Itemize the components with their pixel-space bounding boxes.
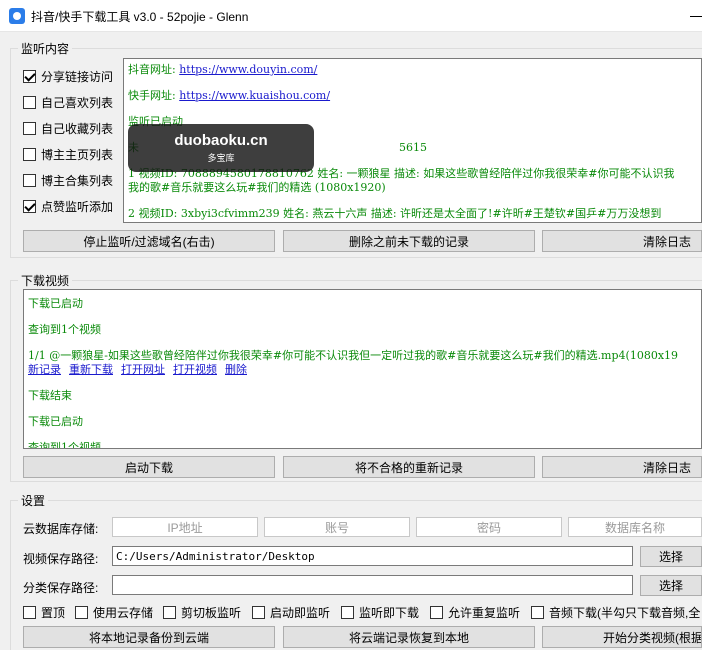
log-line-item2: 2 视频ID: 3xbyi3cfvimm239 姓名: 燕云十六声 描述: 许昕… xyxy=(128,207,662,220)
checkbox-label: 自己收藏列表 xyxy=(41,122,114,136)
checkbox-label: 启动即监听 xyxy=(270,606,331,620)
option-download-on-listen[interactable]: 监听即下载 xyxy=(341,604,419,621)
checkbox-box[interactable] xyxy=(531,606,544,619)
ip-address-input[interactable]: IP地址 xyxy=(112,517,258,537)
option-always-on-top[interactable]: 置顶 xyxy=(23,604,65,621)
checkbox-label: 博主合集列表 xyxy=(41,174,114,188)
checkbox-label: 使用云存储 xyxy=(93,606,154,620)
checkbox-like-listen[interactable]: 点赞监听添加 xyxy=(23,198,113,215)
clear-download-log-button[interactable]: 清除日志 xyxy=(542,456,702,478)
log-line-douyin: 抖音网址: https://www.douyin.com/ xyxy=(128,63,318,76)
window-title: 抖音/快手下载工具 v3.0 - 52pojie - Glenn xyxy=(31,10,249,24)
checkbox-share-link[interactable]: 分享链接访问 xyxy=(23,68,113,85)
video-path-input[interactable]: C:/Users/Administrator/Desktop xyxy=(112,546,633,566)
app-icon xyxy=(9,8,25,24)
douyin-url-link[interactable]: https://www.douyin.com/ xyxy=(179,63,317,76)
checkbox-my-favorites[interactable]: 自己收藏列表 xyxy=(23,120,113,137)
new-record-link[interactable]: 新记录 xyxy=(28,363,61,376)
open-video-link[interactable]: 打开视频 xyxy=(173,363,217,376)
redownload-link[interactable]: 重新下载 xyxy=(69,363,113,376)
minimize-button[interactable] xyxy=(680,0,702,32)
dl-line-found2: 查询到1个视频 xyxy=(28,441,101,449)
account-input[interactable]: 账号 xyxy=(264,517,410,537)
restore-from-cloud-button[interactable]: 将云端记录恢复到本地 xyxy=(283,626,535,648)
database-name-input[interactable]: 数据库名称 xyxy=(568,517,702,537)
checkbox-box[interactable] xyxy=(75,606,88,619)
checkbox-box[interactable] xyxy=(23,148,36,161)
start-download-button[interactable]: 启动下载 xyxy=(23,456,275,478)
option-clipboard-listen[interactable]: 剪切板监听 xyxy=(163,604,241,621)
option-audio-download[interactable]: 音频下载(半勾只下载音频,全 xyxy=(531,604,700,621)
checkbox-label: 剪切板监听 xyxy=(181,606,242,620)
dl-line-finished: 下载结束 xyxy=(28,389,72,402)
checkbox-box[interactable] xyxy=(23,70,36,83)
dl-line-found: 查询到1个视频 xyxy=(28,323,101,336)
checkbox-box[interactable] xyxy=(23,174,36,187)
monitor-group-label: 监听内容 xyxy=(18,40,73,57)
checkbox-blogger-collection[interactable]: 博主合集列表 xyxy=(23,172,113,189)
rerecord-button[interactable]: 将不合格的重新记录 xyxy=(283,456,535,478)
checkbox-label: 博主主页列表 xyxy=(41,148,114,162)
video-path-label: 视频保存路径: xyxy=(23,552,99,566)
checkbox-box[interactable] xyxy=(23,96,36,109)
log-line-item1-cont: 我的歌#音乐就要这么玩#我们的精选 (1080x1920) xyxy=(128,181,386,194)
delete-link[interactable]: 删除 xyxy=(225,363,247,376)
cloud-db-label: 云数据库存储: xyxy=(23,522,99,536)
category-path-input[interactable] xyxy=(112,575,633,595)
choose-video-path-button[interactable]: 选择 xyxy=(640,546,702,567)
stop-listen-button[interactable]: 停止监听/过滤域名(右击) xyxy=(23,230,275,252)
dl-item-links: 新记录 重新下载 打开网址 打开视频 删除 xyxy=(28,361,255,377)
checkbox-box[interactable] xyxy=(23,606,36,619)
checkbox-label: 分享链接访问 xyxy=(41,70,114,84)
option-use-cloud[interactable]: 使用云存储 xyxy=(75,604,153,621)
checkbox-label: 音频下载(半勾只下载音频,全 xyxy=(549,606,701,620)
backup-to-cloud-button[interactable]: 将本地记录备份到云端 xyxy=(23,626,275,648)
checkbox-label: 监听即下载 xyxy=(359,606,420,620)
choose-category-path-button[interactable]: 选择 xyxy=(640,575,702,596)
password-input[interactable]: 密码 xyxy=(416,517,562,537)
settings-group-label: 设置 xyxy=(18,492,49,509)
log-line-kuaishou: 快手网址: https://www.kuaishou.com/ xyxy=(128,89,331,102)
checkbox-label: 置顶 xyxy=(41,606,66,620)
checkbox-label: 自己喜欢列表 xyxy=(41,96,114,110)
open-url-link[interactable]: 打开网址 xyxy=(121,363,165,376)
delete-undownloaded-button[interactable]: 删除之前未下载的记录 xyxy=(283,230,535,252)
checkbox-box[interactable] xyxy=(23,200,36,213)
kuaishou-url-link[interactable]: https://www.kuaishou.com/ xyxy=(179,89,330,102)
download-group-label: 下载视频 xyxy=(18,272,73,289)
clear-monitor-log-button[interactable]: 清除日志 xyxy=(542,230,702,252)
checkbox-box[interactable] xyxy=(341,606,354,619)
dl-line-started: 下载已启动 xyxy=(28,297,83,310)
download-log[interactable]: 下载已启动 查询到1个视频 1/1 @一颗狼星-如果这些歌曾经陪伴过你我很荣幸#… xyxy=(23,289,702,449)
category-path-label: 分类保存路径: xyxy=(23,581,99,595)
watermark-name: 多宝库 xyxy=(207,153,235,163)
checkbox-label: 点赞监听添加 xyxy=(41,200,114,214)
watermark-overlay: duobaoku.cn 多宝库 xyxy=(128,124,314,172)
option-listen-on-start[interactable]: 启动即监听 xyxy=(252,604,330,621)
classify-videos-button[interactable]: 开始分类视频(根据 xyxy=(542,626,702,648)
checkbox-blogger-home[interactable]: 博主主页列表 xyxy=(23,146,113,163)
checkbox-label: 允许重复监听 xyxy=(448,606,521,620)
checkbox-box[interactable] xyxy=(23,122,36,135)
title-bar: 抖音/快手下载工具 v3.0 - 52pojie - Glenn xyxy=(0,0,702,32)
checkbox-box[interactable] xyxy=(252,606,265,619)
option-allow-repeat-listen[interactable]: 允许重复监听 xyxy=(430,604,520,621)
watermark-domain: duobaoku.cn xyxy=(174,132,268,149)
checkbox-box[interactable] xyxy=(430,606,443,619)
checkbox-my-likes[interactable]: 自己喜欢列表 xyxy=(23,94,113,111)
checkbox-box[interactable] xyxy=(163,606,176,619)
dl-line-started2: 下载已启动 xyxy=(28,415,83,428)
